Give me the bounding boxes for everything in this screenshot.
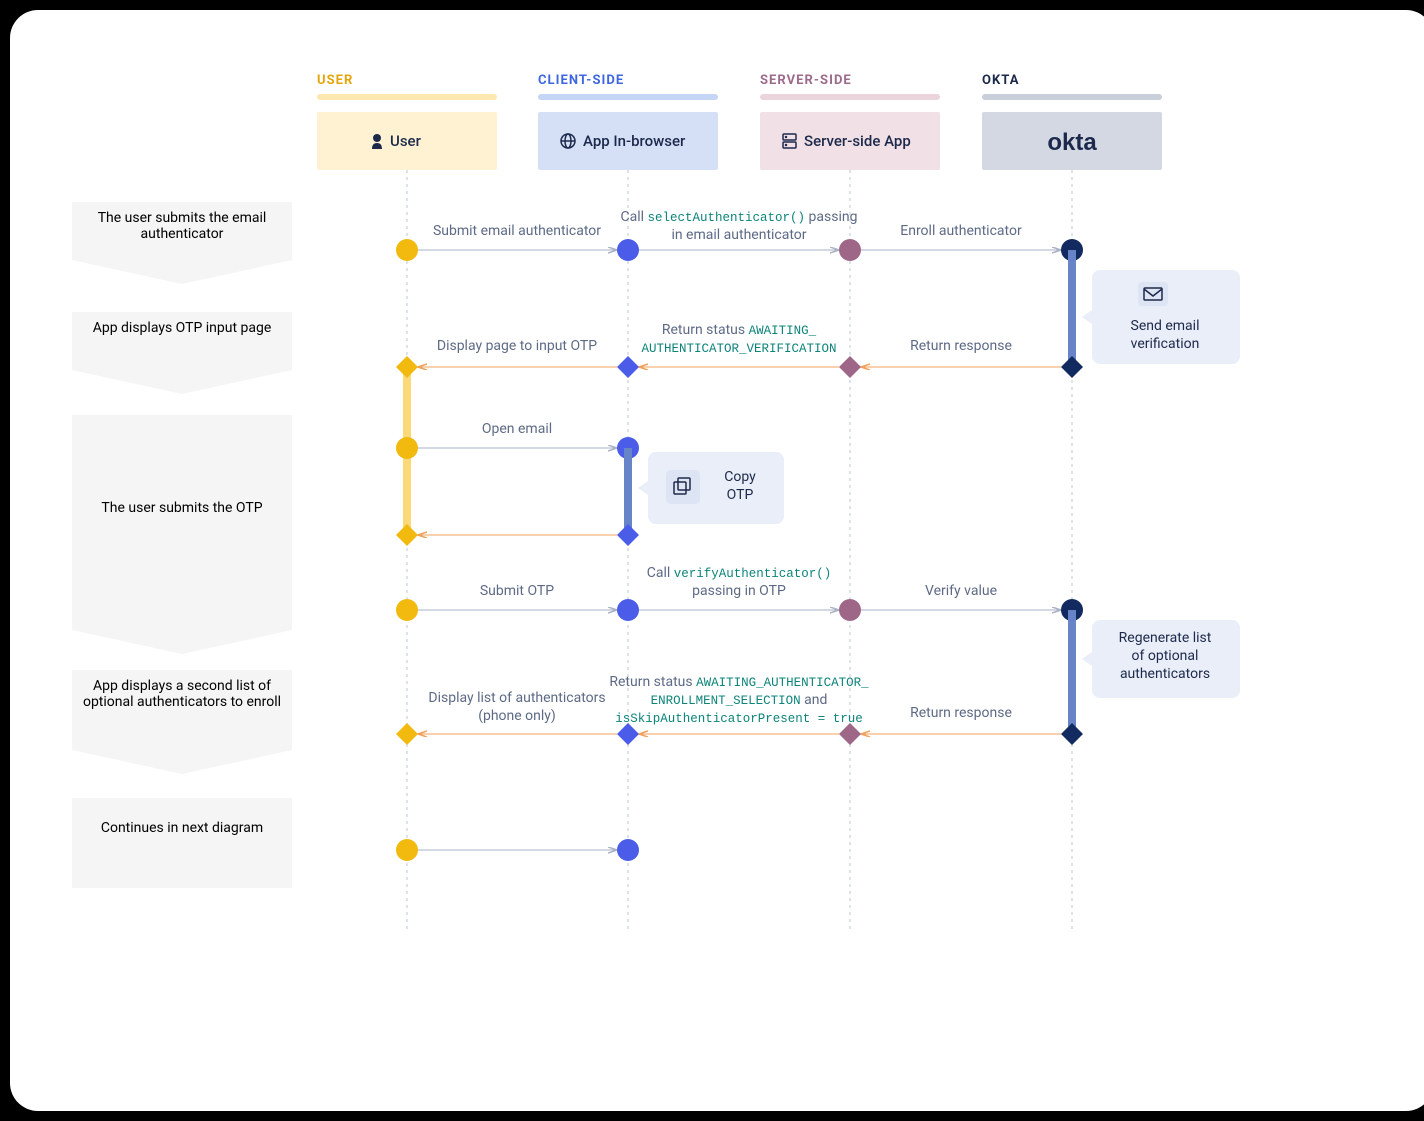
svg-text:Copy: Copy — [724, 469, 756, 485]
msg-awaiting-verify: Return status AWAITING_ — [662, 322, 817, 338]
svg-text:isSkipAuthenticatorPresent = t: isSkipAuthenticatorPresent = true — [615, 712, 863, 726]
msg-return-response-1: Return response — [910, 338, 1012, 354]
svg-text:Regenerate list: Regenerate list — [1119, 630, 1212, 646]
msg-submit-otp: Submit OTP — [480, 583, 554, 599]
lane-client-text: App In-browser — [583, 132, 686, 150]
step-5: Continues in next diagram — [72, 798, 292, 888]
step-1: The user submits the email authenticator — [72, 202, 292, 284]
svg-text:AUTHENTICATOR_VERIFICATION: AUTHENTICATOR_VERIFICATION — [641, 342, 836, 356]
lane-user-text: User — [390, 132, 422, 150]
svg-text:Send email: Send email — [1131, 318, 1200, 334]
msg-select-auth: Call selectAuthenticator() passing — [621, 209, 858, 225]
lane-user-label: USER — [317, 73, 353, 88]
msg-enroll-auth: Enroll authenticator — [900, 223, 1022, 239]
note-regenerate: Regenerate list of optional authenticato… — [1082, 620, 1240, 698]
svg-text:ENROLLMENT_SELECTION and: ENROLLMENT_SELECTION and — [651, 692, 828, 708]
svg-text:OTP: OTP — [727, 487, 754, 503]
msg-submit-email: Submit email authenticator — [433, 223, 601, 239]
msg-display-otp-page: Display page to input OTP — [437, 338, 597, 354]
step-4: App displays a second list of optional a… — [72, 670, 292, 774]
svg-text:authenticators: authenticators — [1120, 666, 1210, 682]
msg-open-email: Open email — [482, 421, 552, 437]
svg-text:in email authenticator: in email authenticator — [671, 227, 806, 243]
step-3: The user submits the OTP — [72, 415, 292, 654]
svg-text:of optional: of optional — [1132, 648, 1199, 664]
msg-awaiting-enroll: Return status AWAITING_AUTHENTICATOR_ — [609, 674, 869, 690]
okta-logo: okta — [1047, 129, 1097, 156]
svg-text:(phone only): (phone only) — [478, 708, 556, 724]
lane-server-text: Server-side App — [804, 132, 911, 150]
step-2: App displays OTP input page — [72, 312, 292, 394]
svg-text:verification: verification — [1131, 336, 1200, 352]
note-copy-otp: Copy OTP — [638, 452, 784, 524]
lane-server-label: SERVER-SIDE — [760, 73, 852, 88]
lane-okta-label: OKTA — [982, 73, 1020, 88]
note-send-email: Send email verification — [1082, 270, 1240, 364]
msg-return-response-2: Return response — [910, 705, 1012, 721]
lane-client-label: CLIENT-SIDE — [538, 73, 624, 88]
msg-display-list: Display list of authenticators — [428, 690, 605, 706]
msg-verify-auth: Call verifyAuthenticator() — [647, 565, 832, 581]
svg-text:passing in OTP: passing in OTP — [692, 583, 786, 599]
sequence-diagram: USER CLIENT-SIDE SERVER-SIDE OKTA User A… — [10, 10, 1424, 1111]
msg-verify-value: Verify value — [925, 583, 997, 599]
